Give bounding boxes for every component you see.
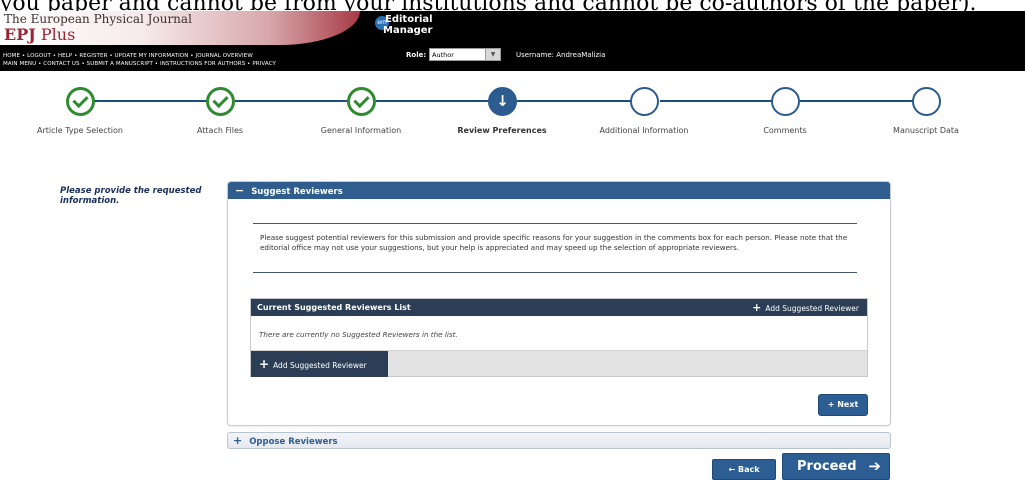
em-logo-line2: Manager bbox=[383, 25, 433, 36]
collapse-icon[interactable]: − bbox=[235, 184, 244, 197]
site-header: The European Physical Journal EPJ Plus H… bbox=[0, 11, 1025, 71]
journal-name-suffix: Plus bbox=[40, 25, 76, 44]
plus-icon: + bbox=[752, 301, 762, 314]
role-label: Role: bbox=[406, 51, 427, 59]
step-label-general-information: General Information bbox=[320, 126, 402, 135]
username-text: Username: AndreaMalizia bbox=[516, 51, 606, 59]
step-connector bbox=[88, 100, 218, 102]
suggested-reviewers-list: Current Suggested Reviewers List + Add Su… bbox=[250, 298, 868, 377]
step-pending-icon bbox=[912, 87, 941, 116]
suggest-reviewers-panel: − Suggest Reviewers Please suggest poten… bbox=[227, 181, 891, 426]
chevron-down-icon[interactable]: ▼ bbox=[485, 49, 500, 60]
step-pending-icon bbox=[771, 87, 800, 116]
editorial-manager-logo: em Editorial Manager bbox=[375, 14, 455, 42]
step-check-icon[interactable] bbox=[206, 87, 235, 116]
step-connector bbox=[376, 100, 490, 102]
step-check-icon[interactable] bbox=[347, 87, 376, 116]
list-title: Current Suggested Reviewers List bbox=[257, 303, 411, 312]
step-connector bbox=[800, 100, 913, 102]
arrow-right-icon: ➔ bbox=[868, 457, 881, 475]
suggest-reviewers-title: Suggest Reviewers bbox=[251, 187, 343, 197]
journal-name-prefix: EPJ bbox=[4, 25, 36, 44]
next-button[interactable]: + Next bbox=[818, 394, 868, 416]
step-current-arrow-icon[interactable]: ↓ bbox=[488, 87, 517, 116]
page-instruction: Please provide the requested information… bbox=[60, 186, 202, 206]
journal-name[interactable]: EPJ Plus bbox=[4, 25, 75, 44]
submission-progress-steps: Article Type Selection Attach Files Gene… bbox=[0, 80, 1025, 160]
add-suggested-reviewer-button-label: Add Suggested Reviewer bbox=[273, 361, 367, 370]
suggest-reviewers-instructions: Please suggest potential reviewers for t… bbox=[260, 233, 848, 252]
plus-icon: + bbox=[259, 357, 270, 371]
page: you paper and cannot be from your instit… bbox=[0, 0, 1025, 480]
suggested-reviewers-list-header: Current Suggested Reviewers List + Add Su… bbox=[251, 299, 867, 316]
step-check-icon[interactable] bbox=[66, 87, 95, 116]
oppose-reviewers-title: Oppose Reviewers bbox=[249, 437, 338, 447]
step-label-additional-information: Additional Information bbox=[599, 126, 689, 135]
step-label-attach-files: Attach Files bbox=[196, 126, 244, 135]
next-button-label: Next bbox=[837, 400, 859, 409]
role-select-value: Author bbox=[432, 51, 454, 59]
add-suggested-reviewer-button[interactable]: + Add Suggested Reviewer bbox=[251, 351, 388, 377]
add-suggested-reviewer-link[interactable]: + Add Suggested Reviewer bbox=[752, 299, 859, 317]
step-label-review-preferences: Review Preferences bbox=[457, 126, 547, 135]
back-button-label: Back bbox=[737, 465, 760, 474]
oppose-reviewers-panel-header[interactable]: + Oppose Reviewers bbox=[227, 432, 891, 449]
journal-title: The European Physical Journal bbox=[4, 12, 192, 26]
arrow-left-icon: ← bbox=[728, 465, 736, 474]
step-label-manuscript-data: Manuscript Data bbox=[893, 126, 959, 135]
plus-icon: + bbox=[827, 400, 835, 409]
empty-list-message: There are currently no Suggested Reviewe… bbox=[259, 330, 458, 339]
step-label-comments: Comments bbox=[763, 126, 807, 135]
em-logo-line1: Editorial bbox=[385, 14, 433, 25]
top-nav-links-row1[interactable]: HOME • LOGOUT • HELP • REGISTER • UPDATE… bbox=[3, 53, 253, 59]
top-nav-links-row2[interactable]: MAIN MENU • CONTACT US • SUBMIT A MANUSC… bbox=[3, 61, 276, 67]
step-label-article-type: Article Type Selection bbox=[37, 126, 123, 135]
step-connector bbox=[235, 100, 359, 102]
divider bbox=[253, 272, 857, 273]
step-pending-icon bbox=[630, 87, 659, 116]
step-connector bbox=[517, 100, 644, 102]
step-connector bbox=[660, 100, 772, 102]
expand-icon[interactable]: + bbox=[233, 434, 242, 447]
suggest-reviewers-header[interactable]: − Suggest Reviewers bbox=[228, 182, 890, 199]
proceed-button[interactable]: Proceed ➔ bbox=[782, 453, 890, 480]
role-select[interactable]: Author ▼ bbox=[429, 48, 501, 61]
proceed-button-label: Proceed bbox=[797, 459, 857, 474]
divider bbox=[253, 223, 857, 224]
add-suggested-reviewer-link-label: Add Suggested Reviewer bbox=[765, 304, 859, 313]
list-footer: + Add Suggested Reviewer bbox=[251, 350, 867, 377]
back-button[interactable]: ← Back bbox=[712, 459, 776, 480]
